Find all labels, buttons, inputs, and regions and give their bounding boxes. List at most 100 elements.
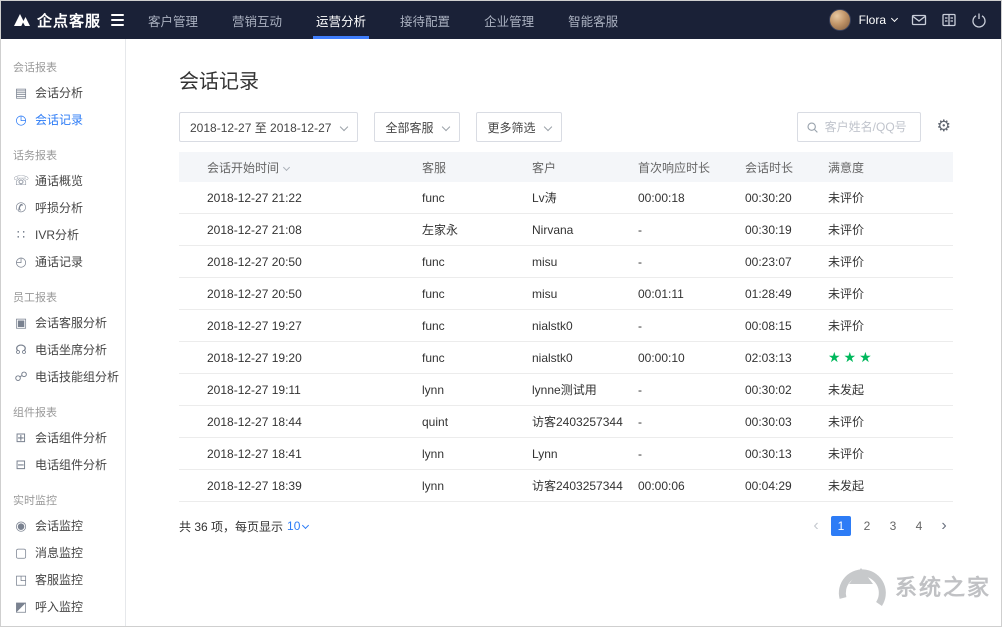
cell-duration: 00:23:07 — [745, 255, 828, 269]
power-icon[interactable] — [971, 12, 987, 28]
cell-agent: func — [422, 191, 532, 205]
clock2-icon: ◴ — [13, 254, 29, 270]
cell-agent: func — [422, 287, 532, 301]
topnav-item[interactable]: 客户管理 — [135, 1, 211, 39]
table-row[interactable]: 2018-12-27 21:22 func Lv涛 00:00:18 00:30… — [179, 182, 953, 214]
date-range-select[interactable]: 2018-12-27 至 2018-12-27 — [179, 112, 358, 142]
sidebar-section: 员工报表 ▣ 会话客服分析 ☊ 电话坐席分析 ☍ 电话技能组分析 — [1, 285, 125, 390]
page-3-button[interactable]: 3 — [883, 516, 903, 536]
cell-customer: misu — [532, 287, 638, 301]
topbar: 企点客服 客户管理 营销互动 运营分析 接待配置 企业管理 智能客服 Flora — [1, 1, 1001, 39]
column-header[interactable]: 满意度 — [828, 159, 953, 176]
cell-first-response: 00:00:06 — [638, 479, 745, 493]
sidebar-item[interactable]: ☏ 通话概览 — [1, 167, 125, 194]
column-header[interactable]: 首次响应时长 — [638, 159, 745, 176]
sidebar-item[interactable]: ◷ 会话记录 — [1, 106, 125, 133]
sidebar-item[interactable]: ⊞ 会话组件分析 — [1, 424, 125, 451]
cell-duration: 02:03:13 — [745, 351, 828, 365]
table-row[interactable]: 2018-12-27 19:27 func nialstk0 - 00:08:1… — [179, 310, 953, 342]
monitor-agent-icon: ◳ — [13, 572, 29, 588]
next-page-button[interactable]: › — [935, 517, 953, 535]
table-row[interactable]: 2018-12-27 18:44 quint 访客2403257344 - 00… — [179, 406, 953, 438]
cell-first-response: - — [638, 255, 745, 269]
sidebar-item[interactable]: ◉ 会话监控 — [1, 512, 125, 539]
monitor-chat-icon: ◉ — [13, 518, 29, 534]
column-header[interactable]: 会话时长 — [745, 159, 828, 176]
sidebar-item[interactable]: ◴ 通话记录 — [1, 248, 125, 275]
more-filters-select[interactable]: 更多筛选 — [476, 112, 562, 142]
cell-customer: Lynn — [532, 447, 638, 461]
date-range-value: 2018-12-27 至 2018-12-27 — [190, 119, 331, 136]
sidebar-item[interactable]: ✆ 呼损分析 — [1, 194, 125, 221]
menu-icon[interactable] — [111, 14, 124, 26]
topnav-item[interactable]: 运营分析 — [303, 1, 379, 39]
topnav-item[interactable]: 营销互动 — [219, 1, 295, 39]
sidebar-item[interactable]: ∷ IVR分析 — [1, 221, 125, 248]
page-size-value: 10 — [287, 519, 300, 533]
column-header[interactable]: 会话开始时间 — [207, 159, 422, 176]
prev-page-button[interactable]: ‹ — [807, 517, 825, 535]
cell-start-time: 2018-12-27 19:27 — [207, 319, 422, 333]
table-body: 2018-12-27 21:22 func Lv涛 00:00:18 00:30… — [179, 182, 953, 502]
page-4-button[interactable]: 4 — [909, 516, 929, 536]
main-content: 会话记录 2018-12-27 至 2018-12-27 全部客服 更多筛选 — [126, 39, 1001, 627]
component-phone-icon: ⊟ — [13, 457, 29, 473]
cell-start-time: 2018-12-27 19:11 — [207, 383, 422, 397]
sidebar-item[interactable]: ☊ 电话坐席分析 — [1, 336, 125, 363]
topnav-item[interactable]: 企业管理 — [471, 1, 547, 39]
table-row[interactable]: 2018-12-27 21:08 左家永 Nirvana - 00:30:19 … — [179, 214, 953, 246]
mail-icon[interactable] — [911, 12, 927, 28]
cell-start-time: 2018-12-27 19:20 — [207, 351, 422, 365]
cell-first-response: - — [638, 415, 745, 429]
sidebar-item[interactable]: ◳ 客服监控 — [1, 566, 125, 593]
column-header[interactable]: 客服 — [422, 159, 532, 176]
cell-satisfaction: 未评价 — [828, 317, 953, 334]
page-2-button[interactable]: 2 — [857, 516, 877, 536]
sidebar-item[interactable]: ▤ 会话分析 — [1, 79, 125, 106]
sidebar-item[interactable]: ◩ 呼入监控 — [1, 593, 125, 620]
chevron-down-icon — [340, 123, 348, 131]
column-header[interactable]: 客户 — [532, 159, 638, 176]
table-row[interactable]: 2018-12-27 20:50 func misu - 00:23:07 未评… — [179, 246, 953, 278]
table-row[interactable]: 2018-12-27 19:11 lynn lynne测试用 - 00:30:0… — [179, 374, 953, 406]
component-chat-icon: ⊞ — [13, 430, 29, 446]
cell-customer: Lv涛 — [532, 189, 638, 206]
sidebar-item[interactable]: ⊟ 电话组件分析 — [1, 451, 125, 478]
filter-bar: 2018-12-27 至 2018-12-27 全部客服 更多筛选 ⚙ — [179, 112, 951, 142]
sidebar-section-title: 组件报表 — [1, 400, 125, 424]
topnav-item[interactable]: 智能客服 — [555, 1, 631, 39]
topbar-nav: 客户管理 营销互动 运营分析 接待配置 企业管理 智能客服 — [131, 1, 829, 39]
cell-first-response: 00:01:11 — [638, 287, 745, 301]
sidebar-item[interactable]: ◪ 呼出监控 — [1, 620, 125, 627]
cell-satisfaction: 未评价 — [828, 253, 953, 270]
cell-start-time: 2018-12-27 18:44 — [207, 415, 422, 429]
search-box — [797, 112, 921, 142]
table-row[interactable]: 2018-12-27 18:39 lynn 访客2403257344 00:00… — [179, 470, 953, 502]
contacts-icon[interactable] — [941, 12, 957, 28]
sidebar-item[interactable]: ☍ 电话技能组分析 — [1, 363, 125, 390]
user-menu[interactable]: Flora — [859, 13, 897, 27]
page-1-button[interactable]: 1 — [831, 516, 851, 536]
agent-select[interactable]: 全部客服 — [374, 112, 460, 142]
table-row[interactable]: 2018-12-27 19:20 func nialstk0 00:00:10 … — [179, 342, 953, 374]
cell-satisfaction: 未评价 — [828, 413, 953, 430]
cell-duration: 01:28:49 — [745, 287, 828, 301]
avatar[interactable] — [829, 9, 851, 31]
settings-gear-icon[interactable]: ⚙ — [937, 119, 951, 135]
table-row[interactable]: 2018-12-27 18:41 lynn Lynn - 00:30:13 未评… — [179, 438, 953, 470]
chevron-down-icon — [442, 123, 450, 131]
cell-agent: func — [422, 351, 532, 365]
table-row[interactable]: 2018-12-27 20:50 func misu 00:01:11 01:2… — [179, 278, 953, 310]
cell-first-response: - — [638, 447, 745, 461]
app-logo[interactable]: 企点客服 — [1, 1, 131, 39]
table-header-row: 会话开始时间 客服 客户 首次响应时长 会话时长 满意度 — [179, 152, 953, 182]
headset-group-icon: ☍ — [13, 369, 29, 385]
sidebar-item[interactable]: ▣ 会话客服分析 — [1, 309, 125, 336]
topnav-item[interactable]: 接待配置 — [387, 1, 463, 39]
search-input[interactable] — [825, 120, 912, 134]
topbar-right: Flora — [829, 1, 1001, 39]
page-size-select[interactable]: 10 — [287, 519, 308, 533]
sidebar-section-title: 话务报表 — [1, 143, 125, 167]
sidebar-item[interactable]: ▢ 消息监控 — [1, 539, 125, 566]
cell-duration: 00:08:15 — [745, 319, 828, 333]
